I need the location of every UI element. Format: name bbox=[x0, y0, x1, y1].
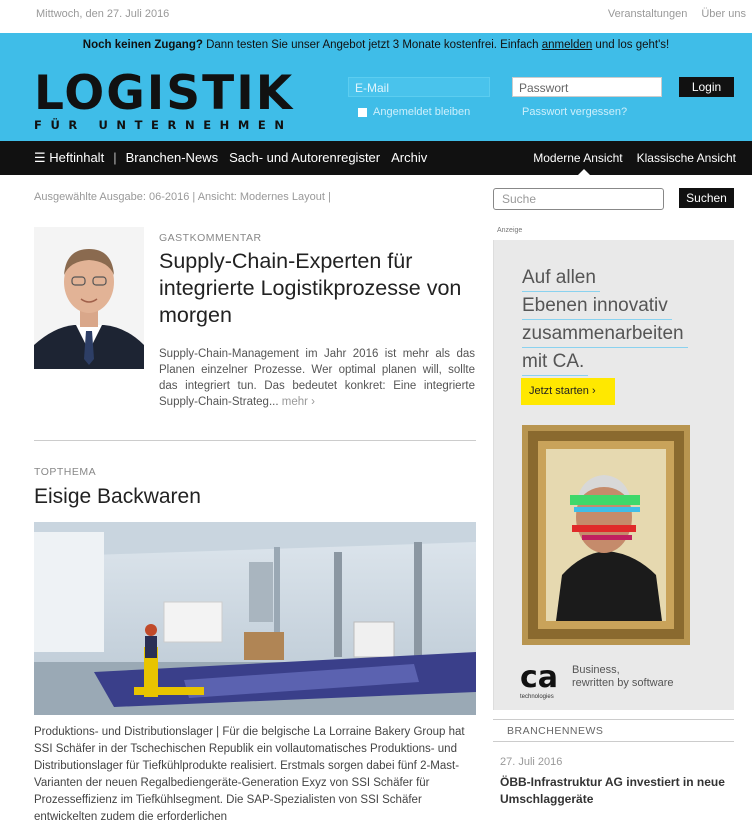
ad-tagline-line: rewritten by software bbox=[572, 677, 674, 689]
search-input[interactable]: Suche bbox=[493, 188, 664, 210]
nav-branchen-news[interactable]: Branchen-News bbox=[126, 150, 219, 166]
site-logo[interactable]: LOGISTIK FÜR UNTERNEHMEN bbox=[34, 66, 295, 132]
topthema-title[interactable]: Eisige Backwaren bbox=[34, 485, 201, 509]
search-button[interactable]: Suchen bbox=[679, 188, 734, 208]
ad-tagline-line: Business, bbox=[572, 664, 620, 676]
svg-text:ca: ca bbox=[520, 660, 558, 694]
warehouse-photo[interactable] bbox=[34, 522, 476, 715]
register-link[interactable]: anmelden bbox=[542, 39, 593, 51]
ad-label: Anzeige bbox=[497, 227, 523, 234]
author-photo[interactable] bbox=[34, 227, 144, 369]
nav-archiv[interactable]: Archiv bbox=[391, 150, 427, 166]
nav-register[interactable]: Sach- und Autorenregister bbox=[229, 150, 380, 166]
topthema-kicker: TOPTHEMA bbox=[34, 466, 97, 478]
branchennews-heading: BRANCHENNEWS bbox=[493, 719, 734, 742]
remember-me[interactable]: Angemeldet bleiben bbox=[358, 106, 470, 118]
topthema-teaser: Produktions- und Distributionslager | Fü… bbox=[34, 726, 465, 823]
nav-heftinhalt[interactable]: ☰ Heftinhalt bbox=[34, 150, 104, 166]
logo-main: LOGISTIK bbox=[34, 66, 295, 121]
ad-headline-line: zusammenarbeiten bbox=[522, 320, 688, 348]
main-nav: ☰ Heftinhalt | Branchen-News Sach- und A… bbox=[0, 141, 752, 175]
email-field[interactable]: E-Mail bbox=[348, 77, 490, 97]
warehouse-image bbox=[34, 522, 476, 715]
read-more-link[interactable]: mehr › bbox=[282, 396, 315, 408]
active-view-indicator bbox=[578, 169, 590, 175]
article-teaser-text: Supply-Chain-Management im Jahr 2016 ist… bbox=[159, 348, 475, 408]
nav-separator: | bbox=[113, 150, 117, 165]
portrait-image bbox=[34, 227, 144, 369]
ca-logo-sub: technologies bbox=[520, 694, 554, 700]
email-placeholder: E-Mail bbox=[355, 81, 390, 95]
login-button[interactable]: Login bbox=[679, 77, 734, 97]
promo-lead: Noch keinen Zugang? bbox=[82, 39, 203, 51]
section-divider bbox=[34, 440, 476, 441]
top-links: Veranstaltungen Über uns bbox=[608, 8, 746, 20]
remember-checkbox[interactable] bbox=[358, 107, 367, 117]
ad-headline-line: mit CA. bbox=[522, 348, 589, 376]
article-title[interactable]: Supply-Chain-Experten für integrierte Lo… bbox=[159, 248, 479, 329]
news-date: 27. Juli 2016 bbox=[500, 756, 563, 768]
advertisement[interactable]: Auf allen Ebenen innovativ zusammenarbei… bbox=[493, 240, 734, 710]
password-field[interactable]: Passwort bbox=[512, 77, 662, 97]
classic-view-link[interactable]: Klassische Ansicht bbox=[637, 151, 736, 165]
promo-banner: Noch keinen Zugang? Dann testen Sie unse… bbox=[0, 39, 752, 51]
ad-headline-line: Auf allen bbox=[522, 264, 600, 292]
current-date: Mittwoch, den 27. Juli 2016 bbox=[36, 8, 170, 20]
promo-text-before: Dann testen Sie unser Angebot jetzt 3 Mo… bbox=[202, 39, 542, 51]
ad-headline: Auf allen Ebenen innovativ zusammenarbei… bbox=[522, 264, 688, 376]
modern-view-link[interactable]: Moderne Ansicht bbox=[533, 151, 622, 165]
nav-spacer bbox=[380, 150, 391, 166]
article-teaser: Supply-Chain-Management im Jahr 2016 ist… bbox=[159, 346, 475, 410]
remember-label: Angemeldet bleiben bbox=[373, 106, 471, 118]
ca-logo-icon: ca bbox=[520, 660, 558, 694]
ad-headline-line: Ebenen innovativ bbox=[522, 292, 672, 320]
events-link[interactable]: Veranstaltungen bbox=[608, 8, 688, 20]
top-bar: Mittwoch, den 27. Juli 2016 Veranstaltun… bbox=[0, 0, 752, 33]
article-kicker: GASTKOMMENTAR bbox=[159, 232, 262, 244]
ad-painting-image bbox=[522, 425, 690, 645]
nav-spacer bbox=[218, 150, 229, 166]
news-title[interactable]: ÖBB-Infrastruktur AG investiert in neue … bbox=[500, 774, 736, 808]
ad-cta-button[interactable]: Jetzt starten › bbox=[521, 378, 615, 405]
forgot-password-link[interactable]: Passwort vergessen? bbox=[522, 106, 627, 118]
promo-text-after: und los geht's! bbox=[592, 39, 670, 51]
ad-tagline: Business, rewritten by software bbox=[572, 664, 673, 690]
about-link[interactable]: Über uns bbox=[701, 8, 746, 20]
search-placeholder: Suche bbox=[502, 192, 537, 206]
painting-icon bbox=[522, 425, 690, 645]
issue-selection: Ausgewählte Ausgabe: 06-2016 | Ansicht: … bbox=[34, 191, 331, 203]
password-placeholder: Passwort bbox=[519, 81, 569, 95]
logo-sub: FÜR UNTERNEHMEN bbox=[34, 118, 293, 132]
